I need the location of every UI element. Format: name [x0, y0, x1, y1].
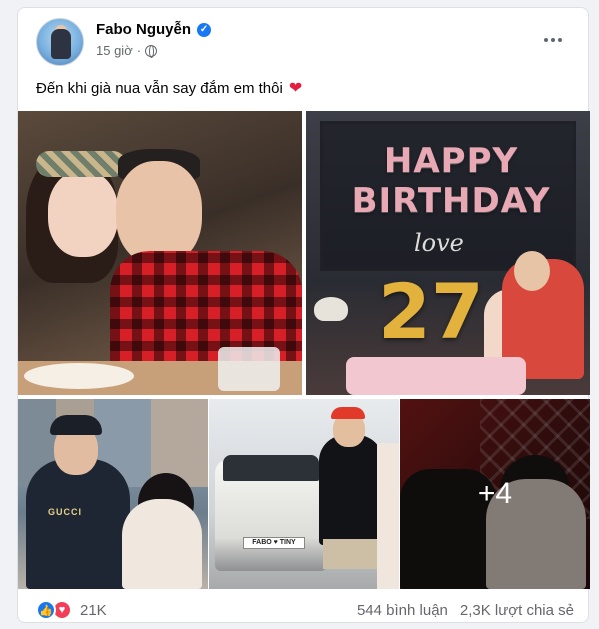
photo-1[interactable]: [18, 111, 302, 395]
photo-shape: [48, 171, 118, 257]
check-badge-icon: ✓: [197, 22, 212, 37]
photo-shape: [116, 161, 202, 265]
more-photos-overlay[interactable]: +4: [400, 399, 590, 589]
photo-shape: [346, 357, 526, 395]
balloon-text: HAPPY BIRTHDAY: [351, 141, 551, 221]
heart-emoji-icon: ❤: [288, 80, 303, 97]
photo-shape: [122, 499, 202, 589]
photo-4[interactable]: FABO ♥ TINY: [209, 399, 399, 589]
globe-icon[interactable]: [145, 44, 158, 58]
photo-shape: [50, 415, 102, 435]
photo-shape: [24, 363, 134, 389]
photo-2[interactable]: HAPPY BIRTHDAY love 27: [306, 111, 590, 395]
photo-5-more[interactable]: +4: [400, 399, 590, 589]
shirt-text: GUCCI: [48, 507, 82, 517]
like-reaction-icon: 👍: [36, 600, 56, 620]
photo-shape: [331, 407, 365, 419]
post-meta: 15 giờ ·: [96, 43, 158, 58]
author-avatar[interactable]: [36, 18, 84, 66]
post-caption: Đến khi già nua vẫn say đắm em thôi ❤: [36, 78, 302, 98]
author-name[interactable]: Fabo Nguyễn: [96, 21, 191, 38]
photo-shape: [323, 539, 379, 569]
balloon-number: 27: [378, 267, 484, 356]
avatar-figure: [51, 29, 71, 59]
photo-3[interactable]: GUCCI: [18, 399, 208, 589]
license-plate: FABO ♥ TINY: [243, 537, 305, 549]
post-card: Fabo Nguyễn ✓ 15 giờ · Đến khi già nua v…: [17, 7, 590, 623]
photo-shape: [314, 297, 348, 321]
shares-count[interactable]: 2,3K lượt chia sẻ: [460, 602, 574, 619]
photo-grid: HAPPY BIRTHDAY love 27 GUCCI FABO ♥ TINY: [18, 111, 590, 589]
reactions-count: 21K: [80, 601, 107, 619]
engagement-meta: 544 bình luận 2,3K lượt chia sẻ: [357, 602, 574, 619]
author-row: Fabo Nguyễn ✓: [96, 21, 212, 38]
post-footer: 👍 ♥ 21K 544 bình luận 2,3K lượt chia sẻ: [36, 599, 574, 621]
caption-text: Đến khi già nua vẫn say đắm em thôi: [36, 79, 283, 97]
balloon-love: love: [414, 229, 464, 257]
more-options-icon[interactable]: [540, 30, 566, 50]
photo-shape: [36, 151, 126, 177]
photo-shape: [26, 459, 130, 589]
photo-shape: [319, 435, 383, 545]
photo-shape: [514, 251, 550, 291]
photo-shape: [218, 347, 280, 391]
post-header: Fabo Nguyễn ✓ 15 giờ ·: [36, 18, 574, 66]
comments-count[interactable]: 544 bình luận: [357, 602, 448, 619]
photo-shape: [377, 443, 399, 589]
meta-separator: ·: [136, 43, 142, 58]
reactions-summary[interactable]: 👍 ♥ 21K: [36, 600, 107, 620]
more-photos-count: +4: [477, 477, 513, 510]
photo-shape: [223, 455, 319, 481]
post-time[interactable]: 15 giờ: [96, 43, 133, 58]
